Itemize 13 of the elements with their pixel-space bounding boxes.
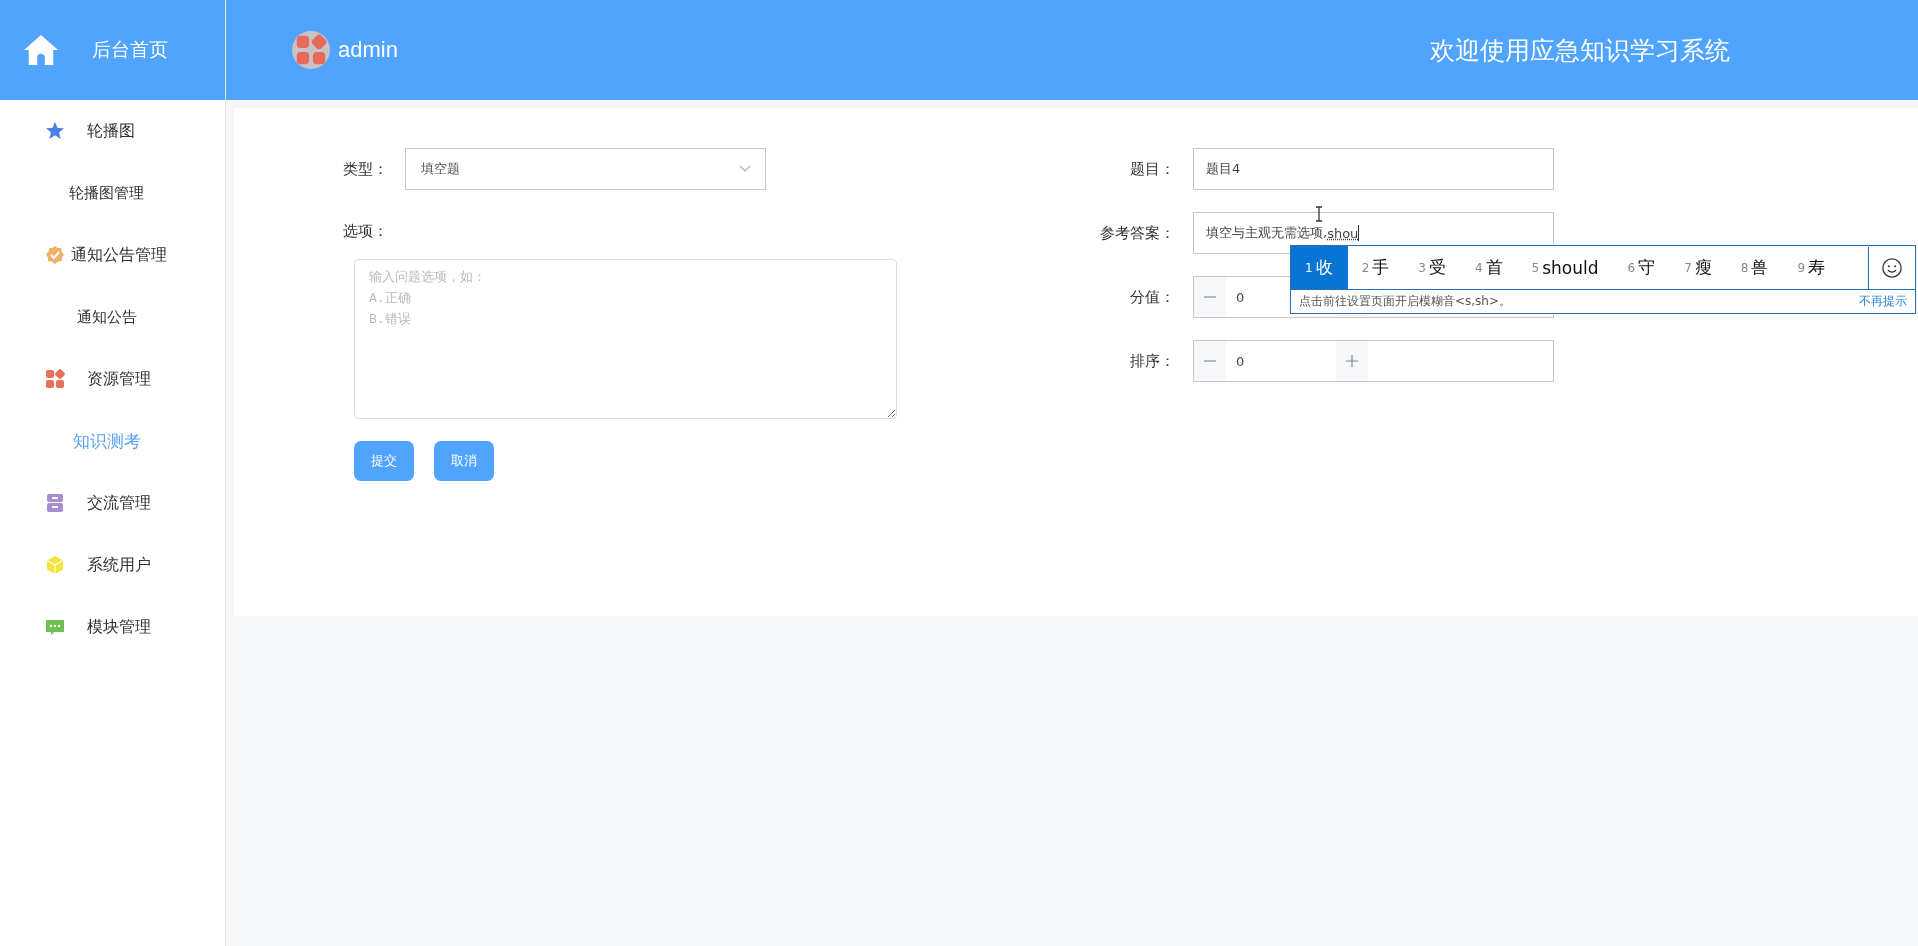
field-label: 分值： — [1129, 287, 1175, 307]
menu-title: 系统用户 — [87, 554, 151, 576]
field-label: 类型： — [343, 159, 385, 179]
field-label: 题目： — [1129, 159, 1175, 179]
menu-title: 交流管理 — [87, 492, 151, 514]
field-label: 排序： — [1129, 351, 1175, 371]
menu-title: 资源管理 — [87, 368, 151, 390]
menu-title: 通知公告管理 — [71, 244, 167, 266]
menu-title: 模块管理 — [87, 616, 151, 638]
menu-title: 轮播图 — [87, 120, 135, 142]
field-label: 选项： — [343, 222, 385, 241]
field-label: 参考答案： — [1099, 223, 1175, 243]
page-title: 欢迎使用应急知识学习系统 — [1430, 34, 1730, 67]
